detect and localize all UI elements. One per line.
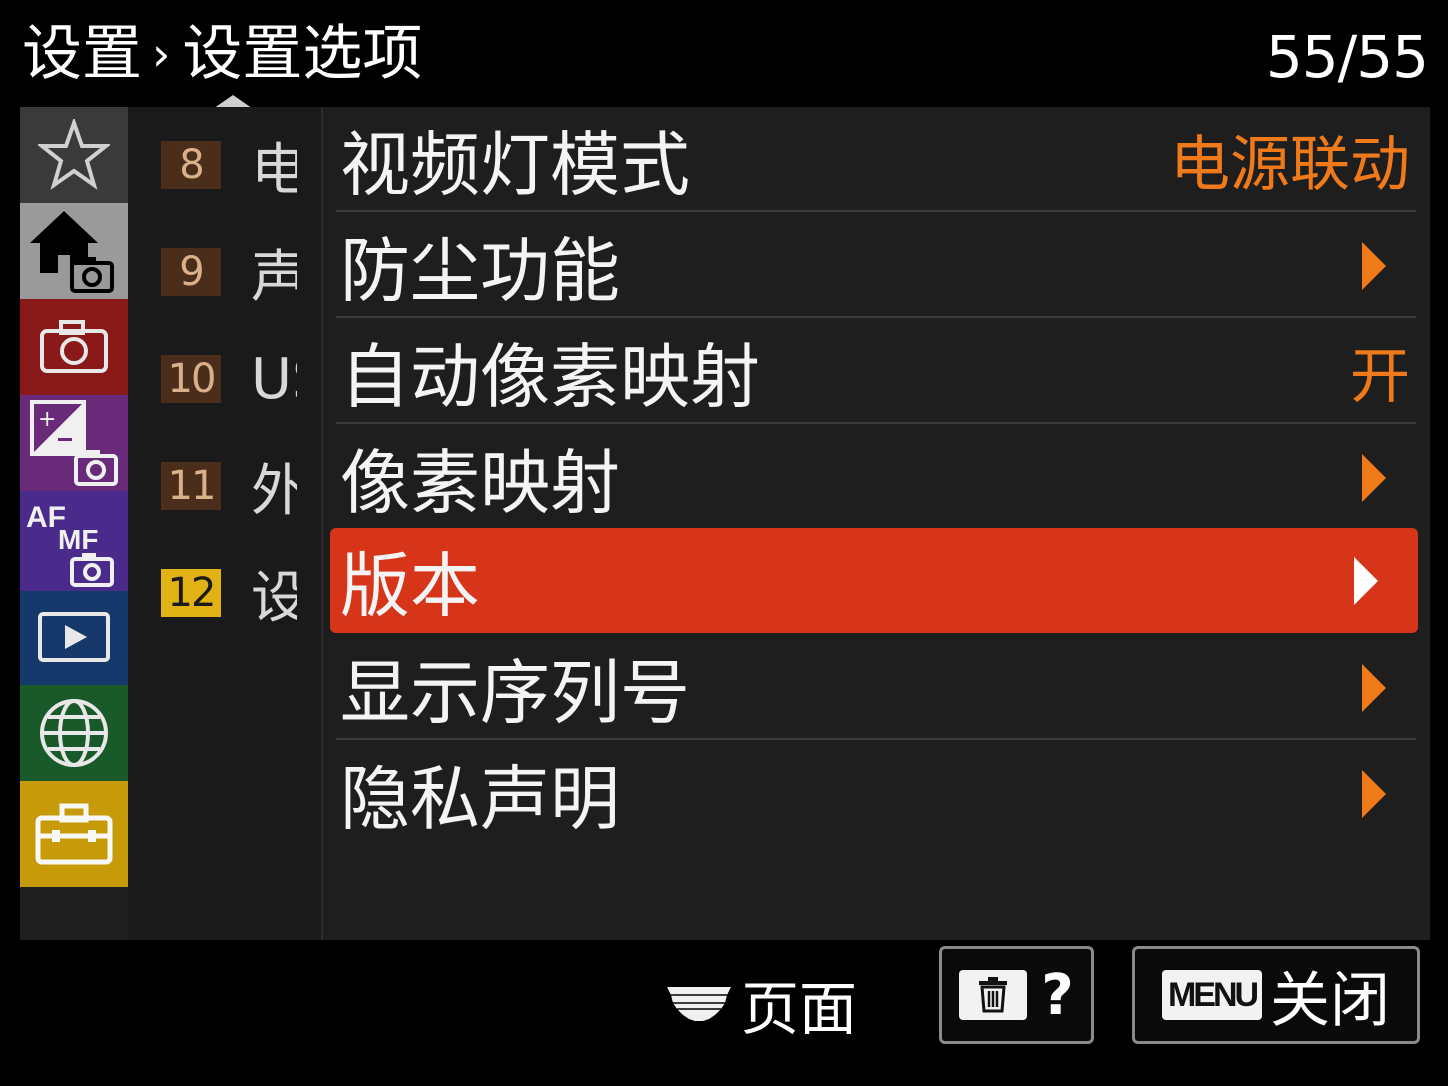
subpage-number: 12 bbox=[161, 569, 221, 617]
tab-playback[interactable] bbox=[20, 591, 128, 685]
breadcrumb-separator: › bbox=[152, 27, 171, 81]
control-wheel-icon bbox=[667, 987, 731, 1021]
tab-shooting[interactable] bbox=[20, 299, 128, 395]
tab-main[interactable] bbox=[20, 203, 128, 299]
menu-item-label: 显示序列号 bbox=[340, 652, 690, 734]
chevron-right-icon bbox=[1362, 663, 1386, 712]
subpage-label: US bbox=[251, 346, 297, 412]
subpage-item-10[interactable]: 10 US bbox=[161, 346, 297, 412]
home-camera-icon bbox=[30, 211, 114, 293]
playback-icon bbox=[38, 612, 110, 662]
header: 设置 › 设置选项 55/55 bbox=[0, 0, 1448, 113]
chevron-right-icon bbox=[1362, 453, 1386, 502]
af-mf-icon: AF MF bbox=[26, 501, 114, 587]
menu-item-serial-number[interactable]: 显示序列号 bbox=[336, 635, 1416, 740]
tab-setup[interactable] bbox=[20, 781, 128, 887]
chevron-right-icon bbox=[1362, 241, 1386, 290]
subpage-number: 11 bbox=[161, 462, 221, 510]
subpage-item-12[interactable]: 12 设 bbox=[161, 563, 297, 631]
subpage-label: 声 bbox=[251, 244, 297, 310]
menu-item-privacy-statement[interactable]: 隐私声明 bbox=[336, 741, 1416, 846]
sidebar: + AF MF bbox=[20, 107, 128, 887]
trash-icon bbox=[959, 970, 1028, 1020]
exposure-camera-icon: + bbox=[30, 400, 118, 486]
menu-item-pixel-mapping[interactable]: 像素映射 bbox=[336, 425, 1416, 530]
close-label: 关闭 bbox=[1270, 965, 1391, 1036]
menu-item-label: 版本 bbox=[340, 545, 480, 627]
subpage-item-9[interactable]: 9 声 bbox=[161, 242, 297, 310]
delete-help-button[interactable]: ? bbox=[939, 946, 1094, 1044]
subpage-nav: 8 电 9 声 10 US 11 外 12 设 bbox=[128, 107, 323, 940]
subpage-label: 设 bbox=[251, 565, 297, 631]
menu-item-label: 自动像素映射 bbox=[340, 336, 760, 418]
subpage-label: 电 bbox=[251, 137, 297, 203]
page-button[interactable]: 页面 bbox=[665, 962, 857, 1046]
subpage-label: 外 bbox=[251, 458, 297, 524]
menu-item-auto-pixel-mapping[interactable]: 自动像素映射 开 bbox=[336, 319, 1416, 424]
menu-item-value: 电源联动 bbox=[1170, 130, 1410, 200]
tab-focus[interactable]: AF MF bbox=[20, 491, 128, 591]
menu-item-label: 隐私声明 bbox=[340, 758, 620, 840]
breadcrumb-parent[interactable]: 设置 bbox=[22, 18, 142, 90]
menu-item-video-light-mode[interactable]: 视频灯模式 电源联动 bbox=[336, 107, 1416, 212]
tab-favorites[interactable] bbox=[20, 107, 128, 203]
chevron-right-icon bbox=[1362, 769, 1386, 818]
page-title: 设置选项 bbox=[182, 19, 423, 89]
close-button[interactable]: MENU 关闭 bbox=[1132, 946, 1420, 1044]
footer: 页面 ? MENU 关闭 bbox=[0, 940, 1448, 1086]
chevron-right-icon bbox=[1354, 556, 1378, 605]
mf-label: MF bbox=[58, 524, 98, 555]
menu-item-dust-removal[interactable]: 防尘功能 bbox=[336, 213, 1416, 318]
help-icon: ? bbox=[1041, 962, 1074, 1028]
tab-network[interactable] bbox=[20, 685, 128, 781]
page-label: 页面 bbox=[741, 975, 858, 1043]
tab-exposure[interactable]: + bbox=[20, 395, 128, 491]
globe-icon bbox=[40, 699, 108, 767]
menu-list: 视频灯模式 电源联动 防尘功能 自动像素映射 开 像素映射 版本 显示序列号 隐… bbox=[322, 107, 1430, 940]
subpage-number: 9 bbox=[161, 248, 221, 296]
star-icon bbox=[38, 119, 110, 190]
menu-item-label: 像素映射 bbox=[340, 442, 620, 524]
subpage-number: 10 bbox=[161, 355, 221, 403]
svg-text:+: + bbox=[38, 407, 56, 432]
camera-icon bbox=[40, 320, 108, 373]
subpage-item-8[interactable]: 8 电 bbox=[161, 135, 297, 203]
menu-item-value: 开 bbox=[1350, 342, 1410, 412]
page-indicator: 55/55 bbox=[1265, 23, 1429, 91]
menu-item-version[interactable]: 版本 bbox=[330, 528, 1418, 633]
menu-button-icon: MENU bbox=[1161, 970, 1263, 1020]
subpage-number: 8 bbox=[161, 141, 221, 189]
subpage-item-11[interactable]: 11 外 bbox=[161, 456, 297, 524]
toolbox-icon bbox=[35, 803, 113, 865]
menu-item-label: 防尘功能 bbox=[340, 230, 620, 312]
menu-item-label: 视频灯模式 bbox=[340, 124, 690, 206]
breadcrumb: 设置 › 设置选项 bbox=[22, 18, 422, 90]
